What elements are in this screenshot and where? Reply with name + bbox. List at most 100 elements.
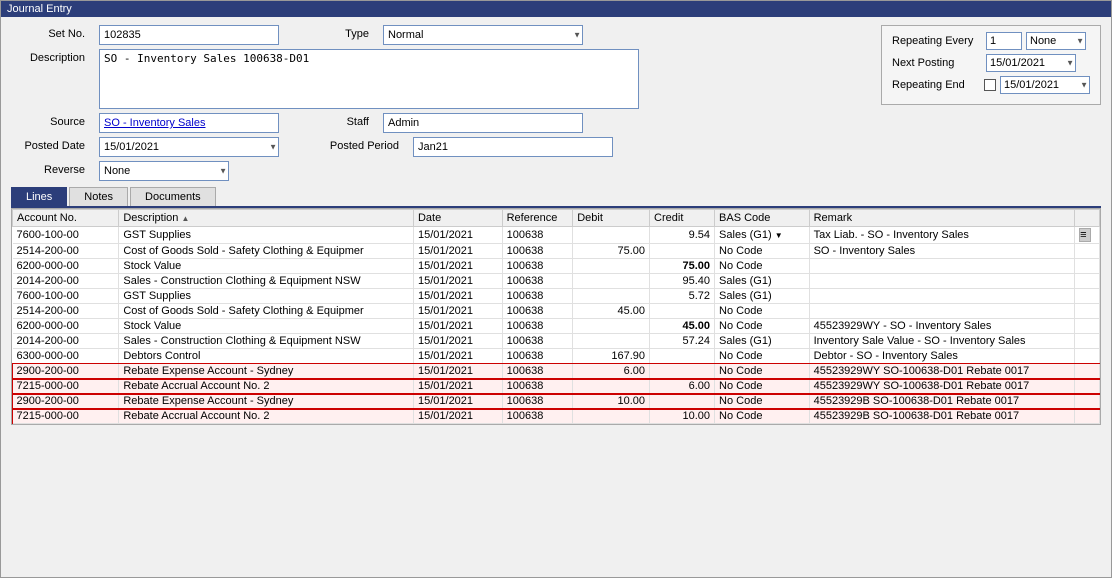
table-cell: 6200-000-00 bbox=[13, 259, 119, 274]
table-row[interactable]: 7600-100-00GST Supplies15/01/20211006385… bbox=[13, 289, 1100, 304]
tab-lines[interactable]: Lines bbox=[11, 187, 67, 206]
table-cell: No Code bbox=[715, 364, 810, 379]
table-row[interactable]: 2900-200-00Rebate Expense Account - Sydn… bbox=[13, 394, 1100, 409]
table-row[interactable]: 2514-200-00Cost of Goods Sold - Safety C… bbox=[13, 244, 1100, 259]
table-cell: 9.54 bbox=[650, 227, 715, 244]
scrollbar-cell bbox=[1075, 409, 1100, 424]
table-cell: 2514-200-00 bbox=[13, 244, 119, 259]
table-cell: 6300-000-00 bbox=[13, 349, 119, 364]
table-cell: No Code bbox=[715, 319, 810, 334]
table-row[interactable]: 2514-200-00Cost of Goods Sold - Safety C… bbox=[13, 304, 1100, 319]
table-row[interactable]: 2900-200-00Rebate Expense Account - Sydn… bbox=[13, 364, 1100, 379]
table-cell: 45523929WY SO-100638-D01 Rebate 0017 bbox=[809, 379, 1075, 394]
scrollbar-cell: ≡ bbox=[1075, 227, 1100, 244]
table-cell: Tax Liab. - SO - Inventory Sales bbox=[809, 227, 1075, 244]
table-row[interactable]: 6200-000-00Stock Value15/01/202110063845… bbox=[13, 319, 1100, 334]
set-no-label: Set No. bbox=[11, 25, 91, 40]
table-cell: 2514-200-00 bbox=[13, 304, 119, 319]
table-cell: 100638 bbox=[502, 244, 573, 259]
table-cell: SO - Inventory Sales bbox=[809, 244, 1075, 259]
repeating-every-input[interactable] bbox=[986, 32, 1022, 50]
table-cell bbox=[573, 379, 650, 394]
table-cell: 2014-200-00 bbox=[13, 274, 119, 289]
table-cell: Rebate Expense Account - Sydney bbox=[119, 394, 414, 409]
table-body: 7600-100-00GST Supplies15/01/20211006389… bbox=[13, 227, 1100, 424]
description-input[interactable]: SO - Inventory Sales 100638-D01 bbox=[99, 49, 639, 109]
table-cell: 100638 bbox=[502, 319, 573, 334]
table-cell: Rebate Expense Account - Sydney bbox=[119, 364, 414, 379]
repeating-end-checkbox[interactable] bbox=[984, 79, 996, 91]
table-cell: 100638 bbox=[502, 334, 573, 349]
scrollbar-cell bbox=[1075, 289, 1100, 304]
table-cell bbox=[809, 274, 1075, 289]
table-cell: 45523929B SO-100638-D01 Rebate 0017 bbox=[809, 409, 1075, 424]
table-row[interactable]: 6300-000-00Debtors Control15/01/20211006… bbox=[13, 349, 1100, 364]
table-cell: 100638 bbox=[502, 227, 573, 244]
table-cell: 7215-000-00 bbox=[13, 409, 119, 424]
staff-input[interactable] bbox=[383, 113, 583, 133]
next-posting-input[interactable] bbox=[986, 54, 1076, 72]
table-row[interactable]: 7215-000-00Rebate Accrual Account No. 21… bbox=[13, 409, 1100, 424]
table-cell: 100638 bbox=[502, 394, 573, 409]
scrollbar-cell bbox=[1075, 304, 1100, 319]
table-cell: GST Supplies bbox=[119, 289, 414, 304]
table-cell: 10.00 bbox=[650, 409, 715, 424]
col-header-description: Description ▲ bbox=[119, 210, 414, 227]
table-cell: Stock Value bbox=[119, 259, 414, 274]
tab-documents[interactable]: Documents bbox=[130, 187, 216, 206]
table-cell bbox=[650, 364, 715, 379]
main-window: Journal Entry Repeating Every ▼ Next Pos… bbox=[0, 0, 1112, 578]
tab-notes[interactable]: Notes bbox=[69, 187, 128, 206]
table-cell: No Code bbox=[715, 259, 810, 274]
table-cell: Sales (G1) bbox=[715, 334, 810, 349]
table-cell: 15/01/2021 bbox=[413, 304, 502, 319]
table-cell: 2900-200-00 bbox=[13, 394, 119, 409]
posted-date-input[interactable] bbox=[99, 137, 279, 157]
scrollbar-cell bbox=[1075, 259, 1100, 274]
repeating-end-input[interactable] bbox=[1000, 76, 1090, 94]
table-cell: Debtor - SO - Inventory Sales bbox=[809, 349, 1075, 364]
table-cell: 45523929WY SO-100638-D01 Rebate 0017 bbox=[809, 364, 1075, 379]
table-row[interactable]: 7600-100-00GST Supplies15/01/20211006389… bbox=[13, 227, 1100, 244]
table-cell: No Code bbox=[715, 394, 810, 409]
type-label: Type bbox=[315, 25, 375, 40]
table-cell: 100638 bbox=[502, 409, 573, 424]
scrollbar-cell bbox=[1075, 379, 1100, 394]
reverse-label: Reverse bbox=[11, 161, 91, 176]
journal-table: Account No. Description ▲ Date Reference… bbox=[12, 209, 1100, 424]
posted-period-input[interactable] bbox=[413, 137, 613, 157]
table-cell: 15/01/2021 bbox=[413, 349, 502, 364]
table-cell: Stock Value bbox=[119, 319, 414, 334]
table-cell: 45523929WY - SO - Inventory Sales bbox=[809, 319, 1075, 334]
repeating-end-label: Repeating End bbox=[892, 79, 980, 91]
table-cell: Rebate Accrual Account No. 2 bbox=[119, 409, 414, 424]
table-cell: 15/01/2021 bbox=[413, 289, 502, 304]
table-cell: 95.40 bbox=[650, 274, 715, 289]
table-cell: Sales (G1) bbox=[715, 274, 810, 289]
col-header-remark: Remark bbox=[809, 210, 1075, 227]
table-cell: No Code bbox=[715, 244, 810, 259]
table-cell: 15/01/2021 bbox=[413, 259, 502, 274]
col-header-bas: BAS Code bbox=[715, 210, 810, 227]
table-cell: 100638 bbox=[502, 259, 573, 274]
description-label: Description bbox=[11, 49, 91, 64]
table-cell: 7215-000-00 bbox=[13, 379, 119, 394]
table-cell: Sales (G1) bbox=[715, 289, 810, 304]
table-row[interactable]: 7215-000-00Rebate Accrual Account No. 21… bbox=[13, 379, 1100, 394]
col-header-reference: Reference bbox=[502, 210, 573, 227]
repeating-every-unit-input[interactable] bbox=[1026, 32, 1086, 50]
table-cell: 45.00 bbox=[650, 319, 715, 334]
table-cell: 15/01/2021 bbox=[413, 409, 502, 424]
table-row[interactable]: 6200-000-00Stock Value15/01/202110063875… bbox=[13, 259, 1100, 274]
type-input[interactable] bbox=[383, 25, 583, 45]
table-row[interactable]: 2014-200-00Sales - Construction Clothing… bbox=[13, 334, 1100, 349]
sort-icon-desc: ▲ bbox=[181, 214, 189, 223]
table-cell: 6200-000-00 bbox=[13, 319, 119, 334]
col-header-date: Date bbox=[413, 210, 502, 227]
set-no-input[interactable] bbox=[99, 25, 279, 45]
table-row[interactable]: 2014-200-00Sales - Construction Clothing… bbox=[13, 274, 1100, 289]
table-cell: No Code bbox=[715, 379, 810, 394]
reverse-input[interactable] bbox=[99, 161, 229, 181]
source-input[interactable] bbox=[99, 113, 279, 133]
col-header-credit: Credit bbox=[650, 210, 715, 227]
